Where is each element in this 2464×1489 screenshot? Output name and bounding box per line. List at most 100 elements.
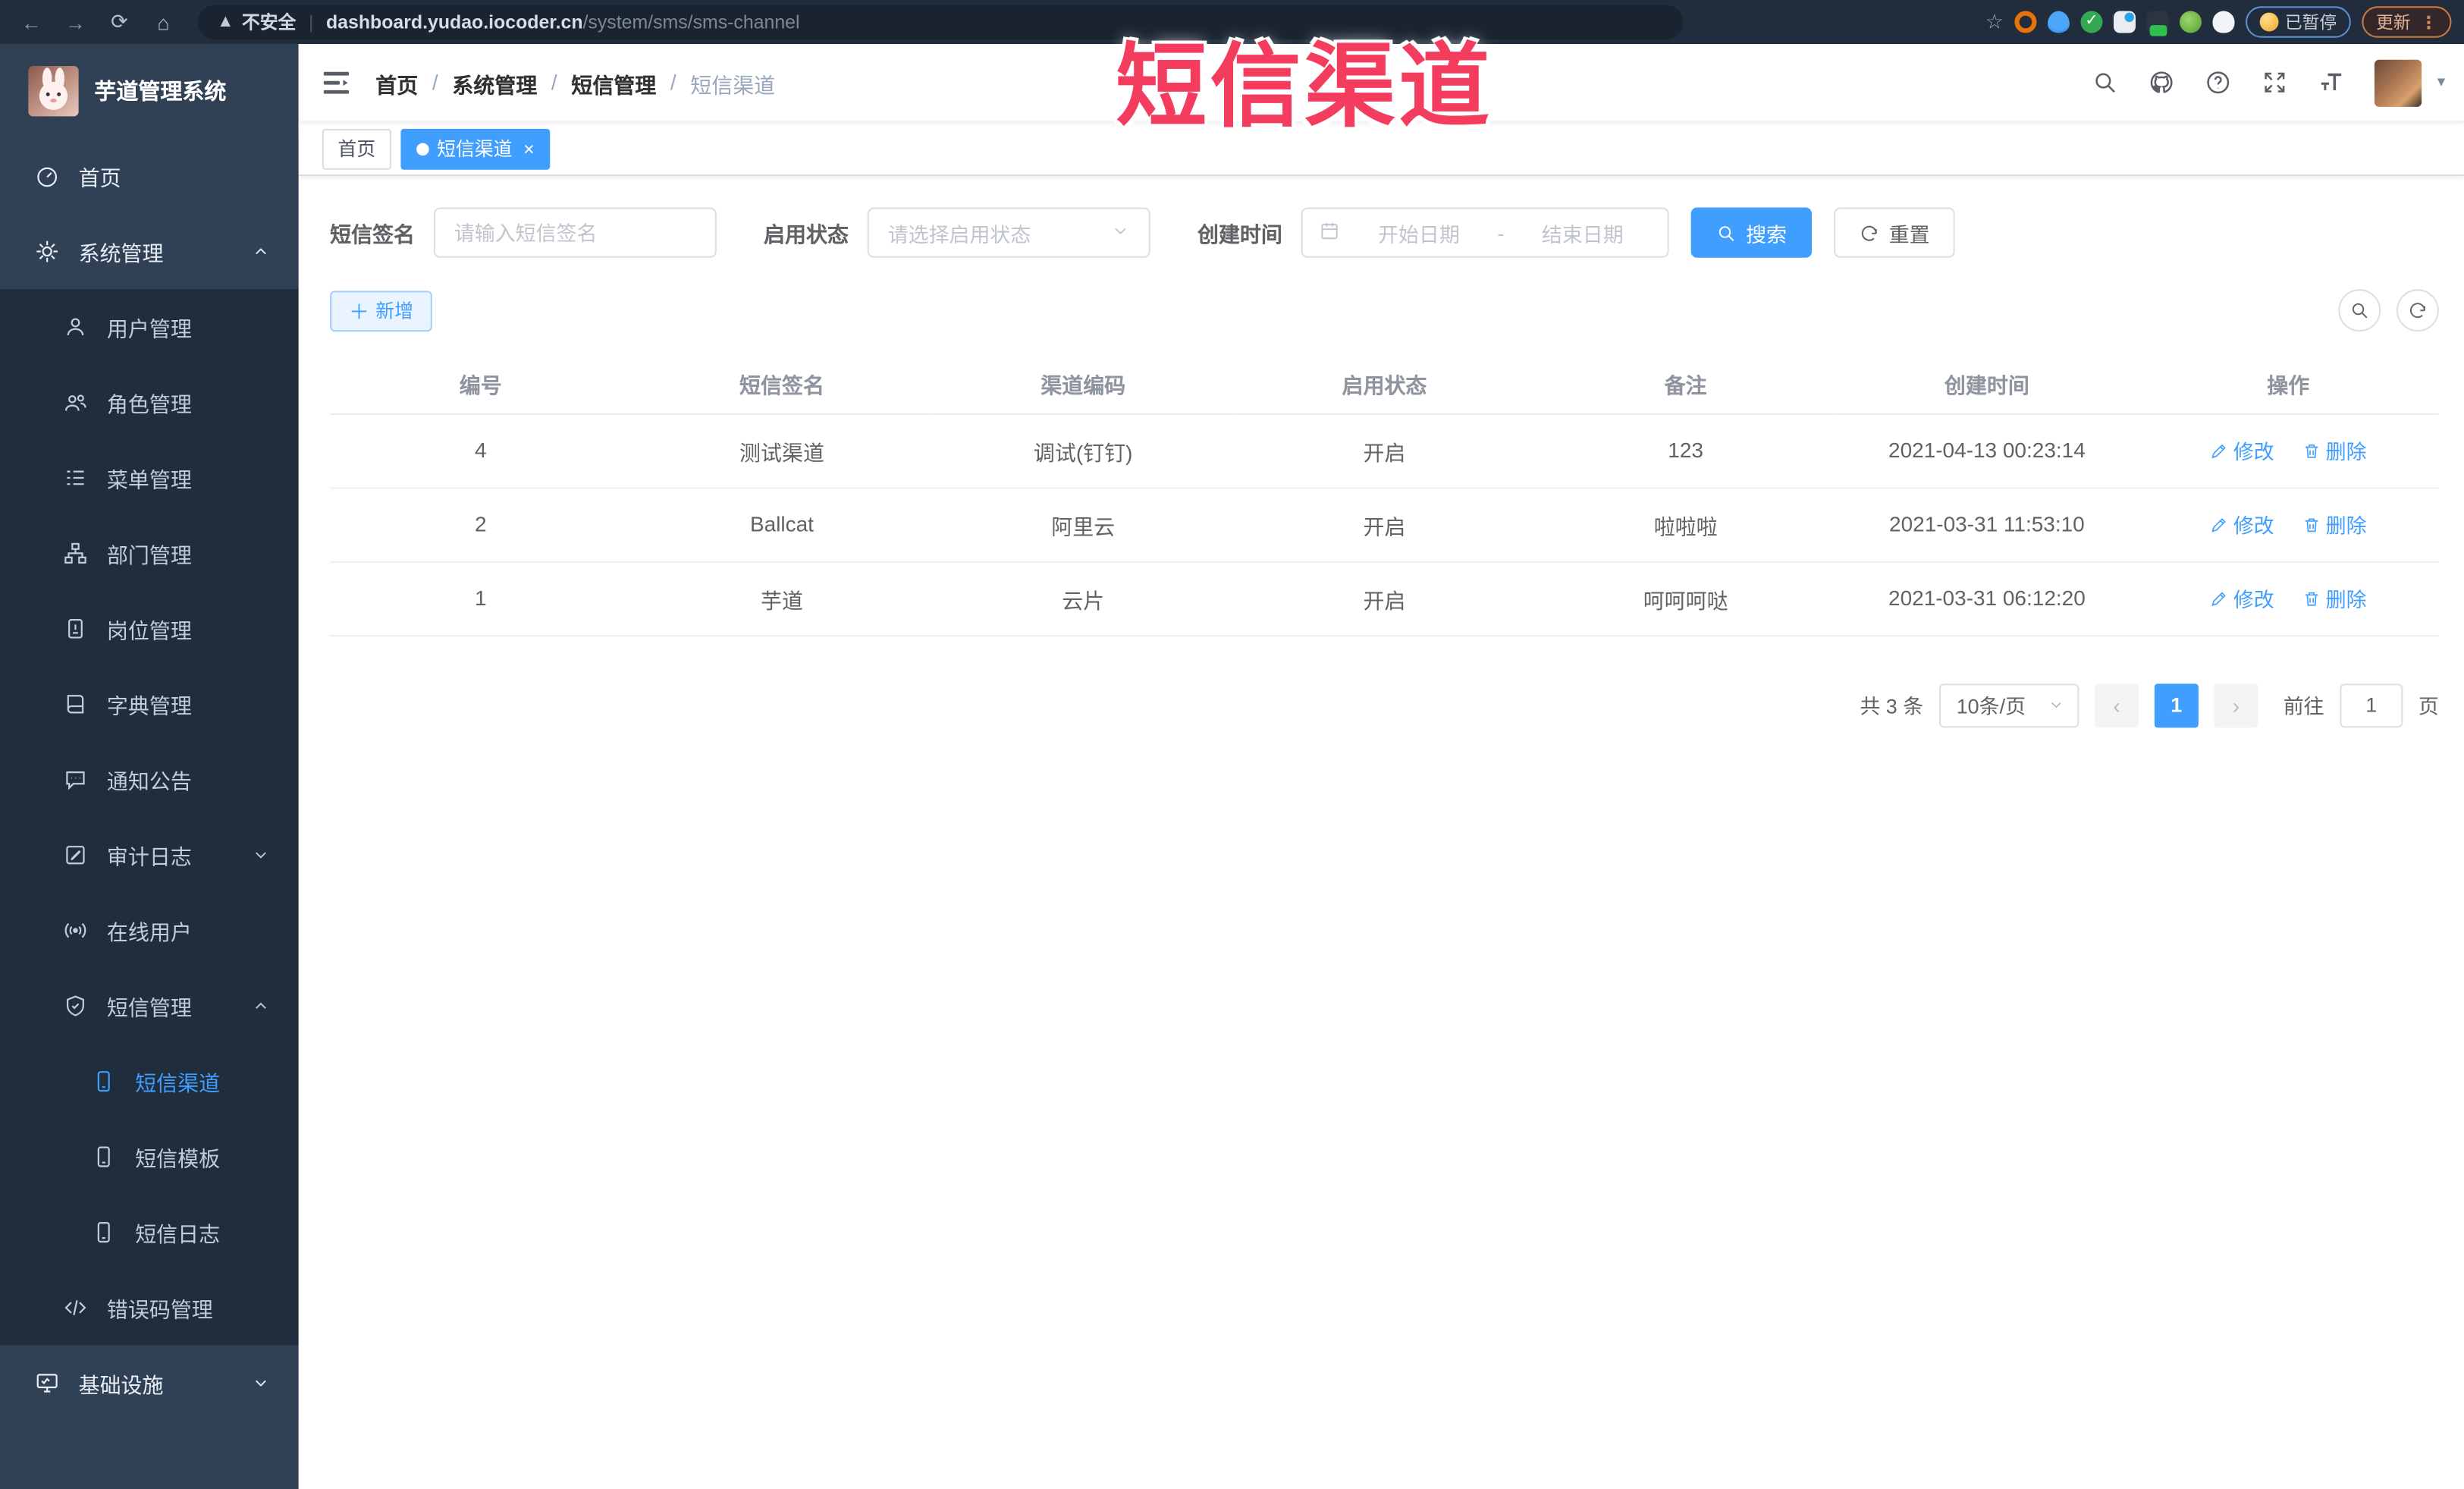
tab-sms-channel[interactable]: 短信渠道 ×: [400, 127, 551, 169]
browser-home-icon[interactable]: ⌂: [151, 10, 176, 33]
table-row: 1 芋道 云片 开启 呵呵呵哒 2021-03-31 06:12:20 修改 删…: [330, 561, 2439, 636]
font-size-icon[interactable]: [2318, 68, 2346, 96]
col-actions: 操作: [2137, 353, 2439, 414]
sidebar-item-sms-channel[interactable]: 短信渠道: [0, 1043, 299, 1120]
browser-menu-icon[interactable]: ⋮: [2420, 12, 2437, 33]
browser-back-icon[interactable]: ←: [19, 10, 44, 33]
extension-icon[interactable]: [2047, 11, 2070, 33]
browser-forward-icon[interactable]: →: [63, 10, 88, 33]
sidebar-item-post-mgmt[interactable]: 岗位管理: [0, 591, 299, 667]
profile-paused-chip[interactable]: 已暂停: [2246, 6, 2351, 38]
trash-icon: [2305, 517, 2318, 532]
sidebar-item-role-mgmt[interactable]: 角色管理: [0, 364, 299, 441]
edit-link[interactable]: 修改: [2210, 583, 2274, 613]
phone-icon: [91, 1069, 116, 1094]
status-select[interactable]: 请选择启用状态: [867, 207, 1150, 258]
address-separator: |: [308, 11, 314, 33]
sidebar-item-sms-template[interactable]: 短信模板: [0, 1119, 299, 1195]
sidebar-item-user-mgmt[interactable]: 用户管理: [0, 289, 299, 365]
extension-icon[interactable]: ✓: [2080, 11, 2103, 33]
header-search-icon[interactable]: [2092, 68, 2120, 96]
phone-icon: [91, 1144, 116, 1169]
menu-list-icon: [63, 465, 88, 490]
chevron-up-icon: [252, 997, 271, 1016]
bookmark-star-icon[interactable]: ☆: [1985, 9, 2004, 34]
users-icon: [63, 390, 88, 415]
sidebar-logo[interactable]: 芋道管理系统: [0, 44, 299, 138]
browser-reload-icon[interactable]: ⟳: [107, 9, 132, 34]
prev-page-button[interactable]: ‹: [2095, 683, 2139, 727]
browser-update-button[interactable]: 更新 ⋮: [2362, 6, 2452, 38]
search-icon: [1719, 225, 1734, 240]
table-row: 2 Ballcat 阿里云 开启 啦啦啦 2021-03-31 11:53:10…: [330, 487, 2439, 562]
sidebar-item-dict-mgmt[interactable]: 字典管理: [0, 666, 299, 743]
col-no: 编号: [330, 353, 632, 414]
not-secure-label[interactable]: 不安全: [242, 9, 296, 34]
time-filter-label: 创建时间: [1197, 223, 1282, 247]
date-range-picker[interactable]: 开始日期 - 结束日期: [1301, 207, 1669, 258]
extension-icon[interactable]: [2146, 11, 2169, 36]
edit-link[interactable]: 修改: [2210, 509, 2274, 539]
sidebar: 芋道管理系统 首页 系统管理 用户管理 角色管理 菜单管理 部门管理 岗位管理 …: [0, 44, 299, 1489]
avatar-caret-down-icon[interactable]: ▾: [2437, 74, 2445, 91]
sidebar-item-system-mgmt[interactable]: 系统管理: [0, 213, 299, 290]
breadcrumb-system[interactable]: 系统管理: [452, 67, 537, 98]
delete-link[interactable]: 删除: [2302, 509, 2367, 539]
edit-pencil-icon: [2211, 517, 2227, 532]
reset-button[interactable]: 重置: [1834, 207, 1955, 258]
sidebar-item-sms-log[interactable]: 短信日志: [0, 1194, 299, 1271]
next-page-button[interactable]: ›: [2214, 683, 2258, 727]
page-watermark-title: 短信渠道: [1116, 36, 1493, 139]
edit-pencil-icon: [2211, 443, 2227, 458]
extension-icon[interactable]: [2014, 11, 2037, 33]
github-icon[interactable]: [2148, 68, 2176, 96]
delete-link[interactable]: 删除: [2302, 583, 2367, 613]
not-secure-warning-icon: ▲: [216, 12, 234, 32]
active-tab-dot: [416, 142, 429, 155]
date-start-placeholder: 开始日期: [1378, 222, 1460, 247]
paused-label: 已暂停: [2284, 14, 2337, 33]
extension-icon[interactable]: [2212, 11, 2235, 33]
tab-close-icon[interactable]: ×: [523, 137, 535, 159]
trash-icon: [2305, 591, 2318, 605]
sidebar-item-infrastructure[interactable]: 基础设施: [0, 1345, 299, 1421]
toggle-search-button[interactable]: [2338, 289, 2381, 332]
col-sign: 短信签名: [631, 353, 933, 414]
sign-input[interactable]: [454, 221, 696, 245]
sidebar-item-audit-log[interactable]: 审计日志: [0, 817, 299, 893]
org-tree-icon: [63, 541, 88, 566]
sidebar-item-error-code-mgmt[interactable]: 错误码管理: [0, 1270, 299, 1346]
edit-link[interactable]: 修改: [2210, 435, 2274, 465]
tab-home[interactable]: 首页: [322, 127, 391, 169]
refresh-table-button[interactable]: [2396, 289, 2439, 332]
fullscreen-icon[interactable]: [2262, 68, 2290, 96]
delete-link[interactable]: 删除: [2302, 435, 2367, 465]
badge-icon: [63, 616, 88, 641]
goto-page-input[interactable]: [2340, 683, 2403, 727]
help-icon[interactable]: [2205, 68, 2233, 96]
page-size-select[interactable]: 10条/页: [1938, 683, 2079, 727]
breadcrumb-sms[interactable]: 短信管理: [571, 67, 656, 98]
extension-icon[interactable]: [2180, 11, 2202, 33]
current-page-button[interactable]: 1: [2154, 683, 2199, 727]
sidebar-item-online-users[interactable]: 在线用户: [0, 892, 299, 969]
extension-icon[interactable]: [2113, 11, 2136, 33]
sidebar-item-home[interactable]: 首页: [0, 138, 299, 214]
add-button[interactable]: ＋ 新增: [330, 290, 432, 331]
pagination: 共 3 条 10条/页 ‹ 1 › 前往 页: [330, 683, 2439, 727]
user-avatar[interactable]: [2374, 58, 2422, 106]
app-title: 芋道管理系统: [94, 78, 227, 104]
search-button[interactable]: 搜索: [1690, 207, 1813, 258]
sidebar-item-menu-mgmt[interactable]: 菜单管理: [0, 440, 299, 516]
sidebar-item-dept-mgmt[interactable]: 部门管理: [0, 515, 299, 592]
refresh-icon: [2410, 303, 2425, 319]
calendar-icon: [1318, 219, 1340, 246]
sidebar-item-notice[interactable]: 通知公告: [0, 742, 299, 818]
col-code: 渠道编码: [932, 353, 1234, 414]
breadcrumb-home[interactable]: 首页: [375, 67, 418, 98]
sidebar-item-sms-mgmt[interactable]: 短信管理: [0, 968, 299, 1044]
sms-shield-icon: [63, 994, 88, 1019]
sign-input-wrapper: [433, 207, 717, 258]
sidebar-collapse-icon[interactable]: [322, 70, 350, 95]
gear-icon: [35, 239, 60, 264]
